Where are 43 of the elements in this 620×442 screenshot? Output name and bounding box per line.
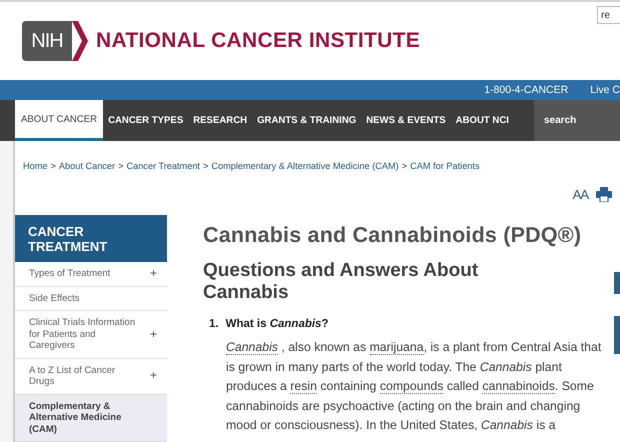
print-icon[interactable] xyxy=(596,186,612,202)
glossary-link[interactable]: Cannabis xyxy=(226,340,278,355)
sidebar-title: CANCER TREATMENT xyxy=(28,224,108,254)
logo-mark: NIH xyxy=(22,21,72,61)
page-title: Cannabis and Cannabinoids (PDQ®) xyxy=(203,223,582,248)
utility-link[interactable]: Live C xyxy=(590,84,620,96)
text-size-button[interactable]: AA xyxy=(572,186,588,202)
breadcrumb-link[interactable]: About Cancer xyxy=(58,161,116,171)
callout-edge xyxy=(614,272,620,294)
glossary-link[interactable]: marijuana xyxy=(370,340,424,355)
breadcrumb-separator: > xyxy=(50,161,56,171)
sidebar-item[interactable]: A to Z List of Cancer Drugs + xyxy=(15,358,167,394)
nav-tab[interactable]: GRANTS & TRAINING xyxy=(252,100,362,141)
breadcrumb-separator: > xyxy=(402,161,408,171)
breadcrumb-link[interactable]: CAM for Patients xyxy=(410,161,480,171)
expand-toggle[interactable]: + xyxy=(150,370,157,382)
breadcrumb-link[interactable]: Cancer Treatment xyxy=(126,161,200,171)
chevron-icon xyxy=(72,21,88,61)
glossary-link[interactable]: compounds xyxy=(380,379,444,394)
glossary-link[interactable]: resin xyxy=(290,379,317,394)
nav-tab[interactable]: NEWS & EVENTS xyxy=(361,100,451,141)
expand-toggle[interactable]: + xyxy=(150,328,157,340)
question-text: What is Cannabis? xyxy=(226,318,328,330)
nav-tab[interactable]: ABOUT CANCER xyxy=(15,100,104,141)
nav-tab[interactable]: ABOUT NCI xyxy=(450,100,514,141)
breadcrumb-link[interactable]: Complementary & Alternative Medicine (CAM) xyxy=(211,161,399,171)
breadcrumb-link[interactable]: Home xyxy=(23,161,48,171)
logo-name: NATIONAL CANCER INSTITUTE xyxy=(96,29,420,53)
search-field[interactable]: re xyxy=(597,6,620,24)
callout-edge xyxy=(614,316,620,354)
sidebar-item[interactable]: Complementary & Alternative Medicine (CAM) xyxy=(15,394,167,442)
breadcrumb-separator: > xyxy=(118,161,124,171)
breadcrumb-separator: > xyxy=(202,161,208,171)
search-field[interactable]: search xyxy=(534,100,620,141)
nav-tab[interactable]: RESEARCH xyxy=(188,100,252,141)
answer-paragraph: Cannabis , also known as marijuana, is a plant from Central Asia that is grown in many parts of the world today. The Cannabis plant produces a resin containing compounds called cannabinoids. Some cannabinoids are psychoactive (acting on the brain and changing mood or consciousness). In the United States, Cannabis is a xyxy=(226,339,602,434)
expand-toggle[interactable]: + xyxy=(150,268,157,280)
utility-link[interactable]: 1-800-4-CANCER xyxy=(484,84,568,96)
sidebar-item[interactable]: Side Effects xyxy=(15,286,167,311)
section-heading: Questions and Answers About Cannabis xyxy=(203,260,480,304)
question-number: 1. xyxy=(209,318,219,330)
glossary-link[interactable]: cannabinoids xyxy=(482,379,555,394)
nav-tab[interactable]: CANCER TYPES xyxy=(103,100,188,141)
